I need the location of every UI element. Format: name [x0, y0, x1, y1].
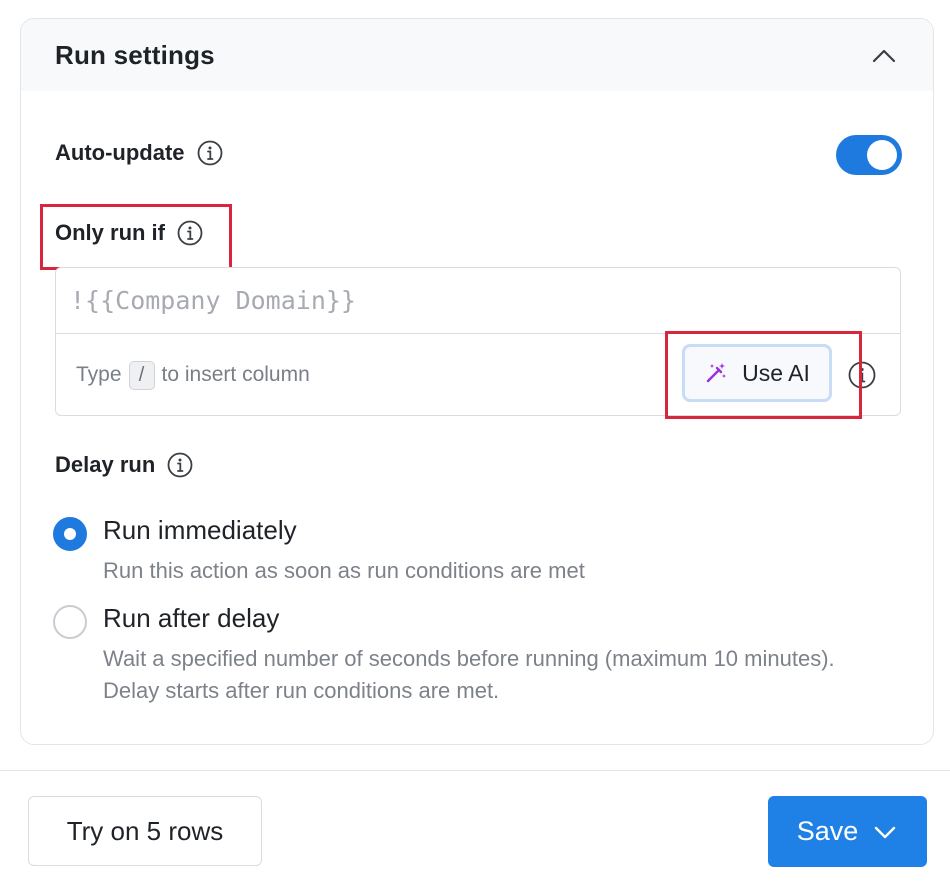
- panel-title: Run settings: [55, 39, 215, 70]
- use-ai-highlight: [665, 331, 862, 419]
- slash-key: /: [128, 360, 155, 390]
- delay-run-row: Delay run: [55, 452, 193, 478]
- auto-update-label: Auto-update: [55, 140, 185, 165]
- info-icon[interactable]: [197, 140, 223, 166]
- radio-title: Run after delay: [103, 603, 280, 633]
- hint-prefix: Type: [76, 363, 122, 386]
- radio-description: Wait a specified number of seconds befor…: [103, 646, 835, 703]
- chevron-up-icon[interactable]: [869, 41, 899, 71]
- try-on-rows-button[interactable]: Try on 5 rows: [28, 796, 262, 866]
- auto-update-toggle[interactable]: [836, 135, 902, 175]
- delay-run-label: Delay run: [55, 452, 156, 477]
- radio-run-after-delay[interactable]: [53, 605, 87, 639]
- panel-header[interactable]: Run settings: [21, 19, 933, 91]
- run-condition-input[interactable]: !{{Company Domain}}: [56, 268, 900, 334]
- run-settings-panel: Run settings Auto-update Only run if !{{…: [20, 18, 934, 745]
- footer-divider: [0, 770, 950, 771]
- radio-title: Run immediately: [103, 515, 297, 545]
- hint-suffix: to insert column: [161, 363, 310, 386]
- auto-update-row: Auto-update: [55, 140, 223, 166]
- radio-run-immediately[interactable]: [53, 517, 87, 551]
- only-run-if-highlight: [40, 204, 232, 270]
- save-label: Save: [796, 816, 859, 846]
- toggle-knob: [867, 140, 897, 170]
- radio-description: Run this action as soon as run condition…: [103, 558, 585, 583]
- save-button[interactable]: Save: [768, 796, 927, 867]
- info-icon[interactable]: [167, 452, 193, 478]
- chevron-down-icon[interactable]: [872, 819, 898, 845]
